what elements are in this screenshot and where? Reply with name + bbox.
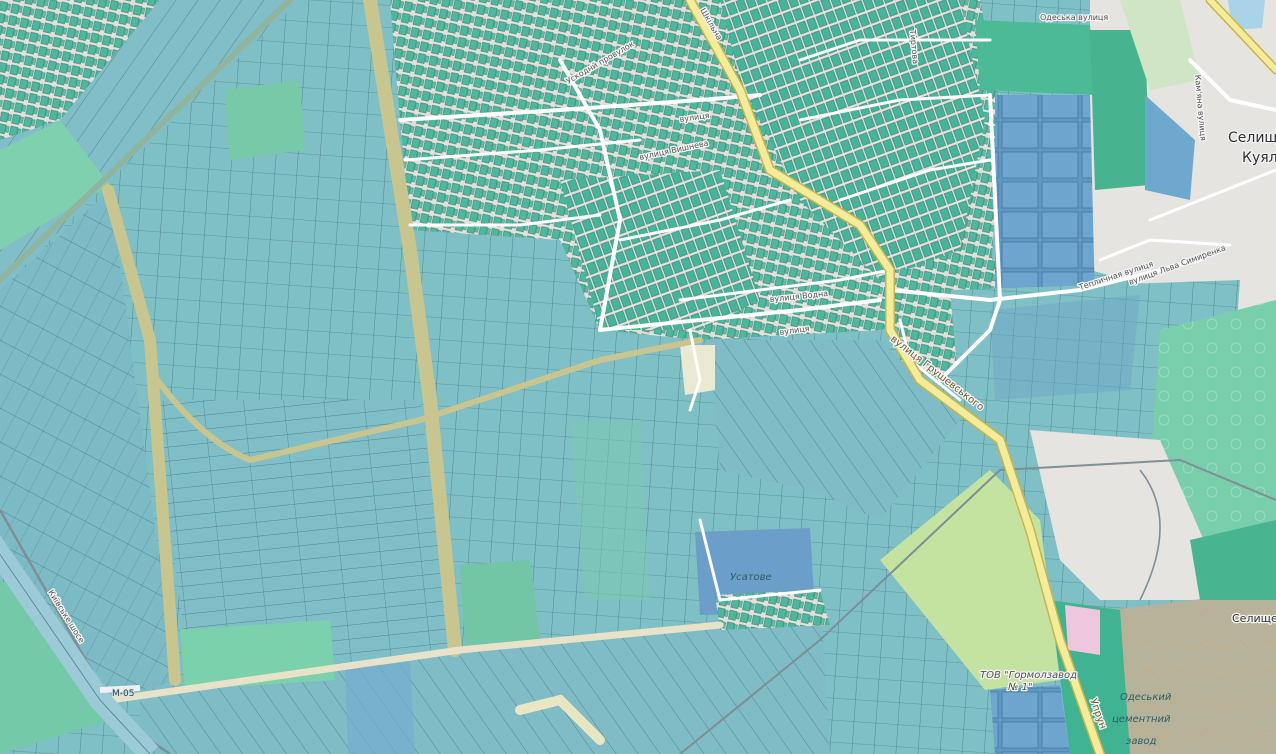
label-place-selyshche-kuial-1: Селище xyxy=(1228,130,1276,146)
blue-field-s xyxy=(345,662,415,754)
label-odeska: Одеська вулиця xyxy=(1040,13,1108,22)
orchard-ne xyxy=(975,20,1095,95)
label-place-selyshche-kuial-2: Куял xyxy=(1242,150,1276,166)
blue-east-fields xyxy=(990,295,1140,400)
label-cement-1: Одеський xyxy=(1120,692,1172,703)
label-route-m05: М-05 xyxy=(112,689,134,699)
label-tov-1: ТОВ "Гормолзавод xyxy=(980,670,1077,681)
pink-se xyxy=(1065,605,1100,655)
orchard-w2 xyxy=(225,80,305,160)
label-place-usatove: Усатове xyxy=(730,572,772,583)
label-cement-3: завод xyxy=(1126,736,1156,747)
blue-se-block xyxy=(990,685,1070,754)
map-view[interactable]: Ускоднй провулок вулиця вулиця Вишнева в… xyxy=(0,0,1276,754)
label-place-selyshche-n: Селище Н xyxy=(1232,612,1276,625)
orchard-sc xyxy=(460,560,540,645)
industrial-blue-ne xyxy=(995,95,1095,305)
map-canvas[interactable]: Ускоднй провулок вулиця вулиця Вишнева в… xyxy=(0,0,1276,754)
label-cement-2: цементний xyxy=(1112,714,1171,725)
label-tov-2: № 1" xyxy=(1007,682,1033,693)
